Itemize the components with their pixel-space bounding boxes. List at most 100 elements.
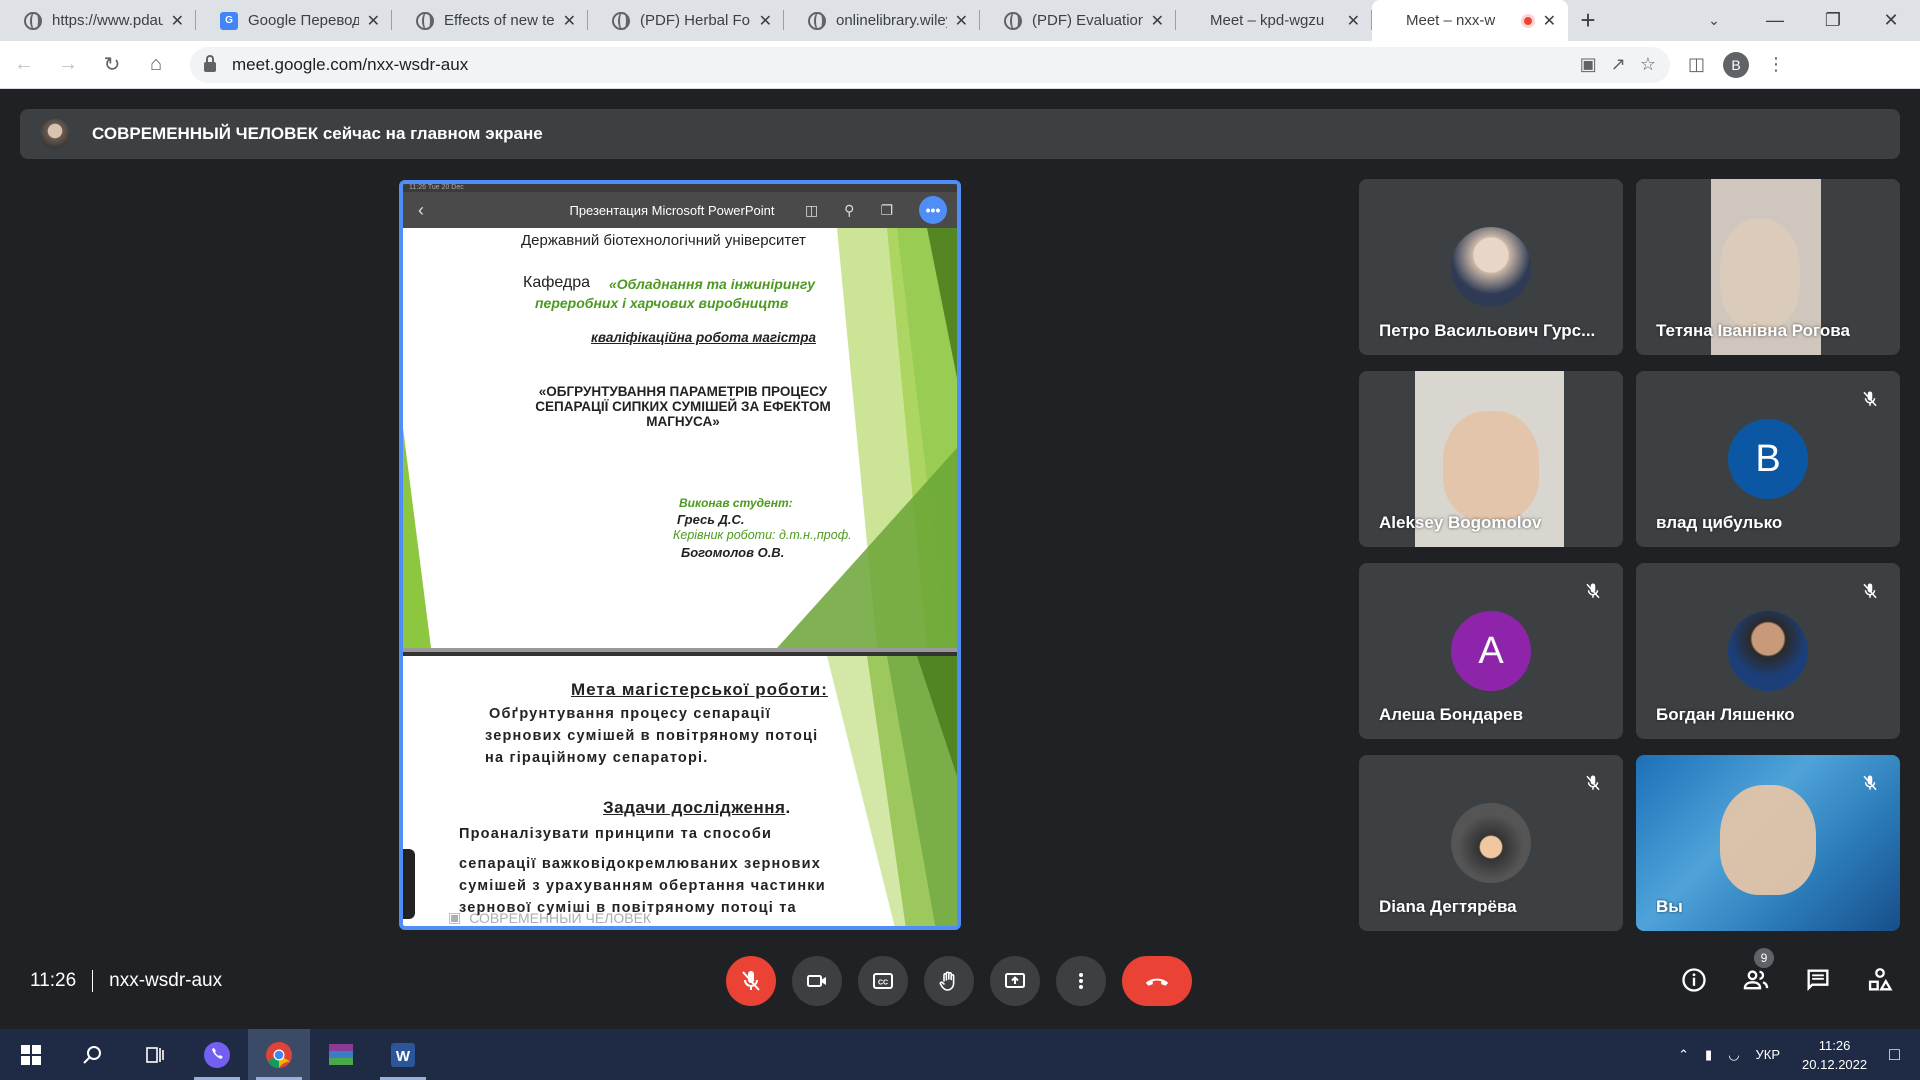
camera-in-use-icon[interactable]: ▣ (1580, 54, 1597, 75)
meeting-info: 11:26 nxx-wsdr-aux (30, 970, 222, 992)
tab-close-icon[interactable]: ✕ (1347, 11, 1360, 31)
share-icon[interactable]: ↗ (1611, 54, 1626, 75)
tab-search-icon[interactable]: ⌄ (1694, 0, 1734, 41)
profile-avatar[interactable]: B (1723, 51, 1750, 78)
chrome-taskbar-icon[interactable] (248, 1029, 310, 1080)
chat-button[interactable] (1802, 960, 1834, 1000)
browser-tab[interactable]: Meet – kpd-wgzu ✕ (1176, 0, 1372, 41)
tab-title: (PDF) Herbal Forti (640, 12, 751, 29)
raise-hand-icon (939, 971, 955, 991)
slide1-university: Державний біотехнологічний університет (521, 232, 806, 249)
browser-tab[interactable]: Meet – nxx-w ✕ (1372, 0, 1568, 41)
reload-icon[interactable]: ↻ (92, 45, 132, 85)
word-icon[interactable]: W (372, 1029, 434, 1080)
back-icon[interactable]: ← (4, 45, 44, 85)
slide1-work-type: кваліфікаційна робота магістра (591, 330, 817, 345)
tab-close-icon[interactable]: ✕ (171, 11, 184, 31)
browser-menu-icon[interactable]: ⋮ (1767, 54, 1785, 75)
task-view-icon[interactable] (124, 1029, 186, 1080)
ppt-title: Презентация Microsoft PowerPoint (569, 202, 775, 218)
camera-toggle-button[interactable] (792, 956, 842, 1006)
slide1-kafedra-name-1: «Обладнання та інжинірингу (609, 276, 816, 292)
mic-muted-icon (1579, 769, 1607, 797)
chat-icon (1807, 969, 1829, 991)
captions-button[interactable]: CC (858, 956, 908, 1006)
minimize-icon[interactable]: — (1746, 0, 1804, 41)
language-indicator[interactable]: УКР (1756, 1047, 1781, 1062)
side-panel-icon[interactable]: ◫ (1688, 54, 1705, 75)
participant-tile[interactable]: Тетяна Іванівна Рогова (1636, 179, 1900, 355)
wifi-icon[interactable]: ◡ (1728, 1047, 1739, 1063)
tab-close-icon[interactable]: ✕ (367, 11, 380, 31)
participant-tile[interactable]: Aleksey Bogomolov (1359, 371, 1623, 547)
tab-close-icon[interactable]: ✕ (759, 11, 772, 31)
new-tab-button[interactable]: + (1568, 0, 1608, 41)
hang-up-icon (1145, 978, 1169, 986)
present-screen-button[interactable] (990, 956, 1040, 1006)
home-icon[interactable]: ⌂ (136, 45, 176, 85)
windows-start-icon[interactable] (0, 1029, 62, 1080)
browser-tab[interactable]: (PDF) Evaluation c ✕ (980, 0, 1176, 41)
more-options-button[interactable] (1056, 956, 1106, 1006)
bookmark-star-icon[interactable]: ☆ (1640, 54, 1656, 75)
participant-tile[interactable]: Богдан Ляшенко (1636, 563, 1900, 739)
address-bar: ← → ↻ ⌂ meet.google.com/nxx-wsdr-aux ▣ ↗… (0, 41, 1920, 89)
participant-avatar: A (1451, 611, 1531, 691)
leave-call-button[interactable] (1122, 956, 1192, 1006)
ppt-pages-icon: ❐ (880, 201, 893, 218)
participant-video (1720, 785, 1816, 895)
winrar-icon[interactable] (310, 1029, 372, 1080)
ppt-search-icon: ⚲ (844, 201, 855, 218)
viber-icon[interactable] (186, 1029, 248, 1080)
tab-close-icon[interactable]: ✕ (1151, 11, 1164, 31)
tab-close-icon[interactable]: ✕ (1543, 11, 1556, 31)
close-window-icon[interactable]: ✕ (1862, 0, 1920, 41)
slide2-green-decoration (827, 656, 957, 926)
activities-button[interactable] (1864, 960, 1896, 1000)
forward-icon[interactable]: → (48, 45, 88, 85)
slide1-supervisor-name: Богомолов О.В. (681, 545, 785, 560)
slide2-task-line-2: сепарації важковідокремлюваних зернових (459, 856, 822, 872)
bottom-control-bar: 11:26 nxx-wsdr-aux CC 9 (0, 942, 1920, 1030)
recording-indicator-icon (1520, 13, 1535, 28)
presentation-tile[interactable]: 11:26 Tue 20 Dec ‹ Презентация Microsoft… (399, 180, 961, 930)
tab-title: onlinelibrary.wiley (836, 12, 947, 29)
tab-strip: https://www.pdau ✕ G Google Перевод ✕ Effects… (0, 0, 1920, 41)
notifications-icon[interactable]: □ (1889, 1044, 1900, 1065)
raise-hand-button[interactable] (924, 956, 974, 1006)
battery-icon[interactable]: ▮ (1705, 1047, 1712, 1063)
tab-close-icon[interactable]: ✕ (955, 11, 968, 31)
restore-icon[interactable]: ❐ (1804, 0, 1862, 41)
browser-tab[interactable]: (PDF) Herbal Forti ✕ (588, 0, 784, 41)
screen-share-icon: ▣ (448, 909, 462, 925)
participant-tile[interactable]: A Алеша Бондарев (1359, 563, 1623, 739)
browser-tab[interactable]: onlinelibrary.wiley ✕ (784, 0, 980, 41)
lock-icon[interactable] (204, 54, 216, 72)
url-input[interactable]: meet.google.com/nxx-wsdr-aux ▣ ↗ ☆ (190, 46, 1670, 83)
browser-tab[interactable]: Effects of new tec ✕ (392, 0, 588, 41)
meeting-time: 11:26 (30, 970, 77, 991)
tab-close-icon[interactable]: ✕ (563, 11, 576, 31)
participant-avatar (1451, 227, 1531, 307)
taskbar-search-icon[interactable] (62, 1029, 124, 1080)
ppt-more-icon: ••• (919, 196, 947, 224)
participant-tile[interactable]: Вы (1636, 755, 1900, 931)
browser-tab[interactable]: https://www.pdau ✕ (0, 0, 196, 41)
participant-tile[interactable]: Петро Васильович Гурс... (1359, 179, 1623, 355)
tray-chevron-icon[interactable]: ⌃ (1678, 1047, 1689, 1063)
mic-toggle-button[interactable] (726, 956, 776, 1006)
window-controls: — ❐ ✕ (1746, 0, 1920, 41)
mic-off-icon (742, 971, 760, 991)
tab-title: Meet – kpd-wgzu (1210, 12, 1325, 29)
side-handle (403, 849, 415, 919)
clock-divider (92, 970, 94, 992)
participant-name: влад цибулько (1656, 513, 1783, 532)
slide2-goal-heading: Мета магістерської роботи: (571, 680, 828, 699)
meeting-details-button[interactable] (1678, 960, 1710, 1000)
tray-clock[interactable]: 11:26 20.12.2022 (1802, 1036, 1867, 1074)
people-button[interactable]: 9 (1740, 948, 1774, 1000)
participant-tile[interactable]: Diana Дегтярёва (1359, 755, 1623, 931)
browser-tab[interactable]: G Google Перевод ✕ (196, 0, 392, 41)
participant-tile[interactable]: Bвлад цибулько (1636, 371, 1900, 547)
ppt-icons: ◫ ⚲ ❐ ••• (805, 196, 957, 224)
